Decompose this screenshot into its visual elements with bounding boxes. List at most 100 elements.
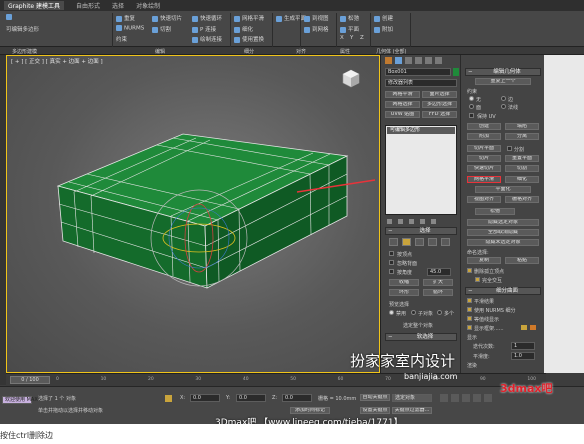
utilities-tab-icon[interactable] <box>435 57 442 64</box>
split-checkbox[interactable] <box>507 146 512 151</box>
border-mode-icon[interactable] <box>415 238 424 246</box>
element-mode-icon[interactable] <box>441 238 450 246</box>
edit-geometry-rollout-header[interactable]: 编辑几何体 <box>465 68 541 76</box>
paste-button[interactable]: 粘贴 <box>505 257 539 264</box>
object-name-field[interactable]: Box001 <box>385 68 451 76</box>
ribbon-z-button[interactable]: Z <box>360 35 364 41</box>
preserve-uv-checkbox[interactable] <box>469 113 474 118</box>
by-angle-checkbox[interactable] <box>389 269 394 274</box>
motion-tab-icon[interactable] <box>415 57 422 64</box>
by-vertex-checkbox[interactable] <box>389 251 394 256</box>
z-coord-field[interactable]: 0.0 <box>282 394 312 402</box>
ribbon-swiftloop-button[interactable]: 快速循环 <box>192 14 222 22</box>
attach-button[interactable]: 附加 <box>467 133 501 140</box>
ribbon-constraints-button[interactable]: 约束 <box>116 35 127 43</box>
display-tab-icon[interactable] <box>425 57 432 64</box>
make-unique-icon[interactable] <box>409 219 414 224</box>
perspective-viewport[interactable]: [ + ] [ 正交 ] [ 真实 + 边面 + 边面 ] <box>6 55 380 373</box>
tessellate-button[interactable]: 细化 <box>505 176 539 183</box>
maxscript-listener[interactable]: 欢迎使用 MAXS <box>2 396 41 404</box>
preview-subobject-radio[interactable] <box>411 310 416 315</box>
subdivision-surface-rollout-header[interactable]: 细分曲面 <box>465 287 541 295</box>
mesh-select-button[interactable]: 网格选择 <box>385 101 420 108</box>
use-nurms-checkbox[interactable] <box>467 307 472 312</box>
polygon-mode-icon[interactable] <box>428 238 437 246</box>
play-icon[interactable] <box>462 394 470 402</box>
constraint-normal-radio[interactable] <box>501 104 506 109</box>
tab-selection[interactable]: 选择 <box>112 1 124 10</box>
tab-object-paint[interactable]: 对象绘制 <box>136 1 160 10</box>
smooth-result-checkbox[interactable] <box>467 298 472 303</box>
ribbon-pconnect-button[interactable]: P 连接 <box>192 25 216 33</box>
reset-plane-button[interactable]: 重置平面 <box>505 155 539 162</box>
modifier-list-dropdown[interactable]: 修改器列表 <box>385 79 457 87</box>
time-slider-thumb[interactable]: 0 / 100 <box>10 376 50 384</box>
ribbon-y-button[interactable]: Y <box>350 35 353 41</box>
add-time-tag-button[interactable]: 添加时间标记 <box>290 407 330 414</box>
vertex-mode-icon[interactable] <box>389 238 398 246</box>
grow-button[interactable]: 扩大 <box>423 279 453 286</box>
ribbon-repeat-button[interactable]: 重复 <box>116 14 135 22</box>
ribbon-tessellate-button[interactable]: 细化 <box>234 25 253 33</box>
slice-plane-button[interactable]: 切片平面 <box>467 145 501 152</box>
ribbon-create-button[interactable]: 创建 <box>374 14 393 22</box>
selected-set-dropdown[interactable]: 选定对象 <box>392 394 432 402</box>
ribbon-attach-button[interactable]: 附加 <box>374 25 393 33</box>
hierarchy-tab-icon[interactable] <box>405 57 412 64</box>
ribbon-quickslice-button[interactable]: 快速切片 <box>152 14 182 22</box>
unhide-all-button[interactable]: 全部取消隐藏 <box>467 229 539 236</box>
ribbon-modify-mode[interactable] <box>6 14 14 21</box>
lock-selection-icon[interactable] <box>165 395 172 402</box>
auto-key-button[interactable]: 自动关键点 <box>360 394 390 401</box>
iterations-field[interactable]: 1 <box>511 342 535 350</box>
cage-selection-color-swatch[interactable] <box>530 325 536 330</box>
repeat-last-button[interactable]: 重复上一个 <box>475 78 531 85</box>
go-to-end-icon[interactable] <box>484 394 492 402</box>
modifier-stack[interactable]: 可编辑多边形 <box>385 125 457 215</box>
preview-multi-radio[interactable] <box>437 310 442 315</box>
set-key-button[interactable]: 设置关键点 <box>360 407 390 414</box>
ribbon-to-grid-button[interactable]: 到网格 <box>304 25 329 33</box>
ribbon-paint-connect-button[interactable]: 绘制连接 <box>192 35 222 43</box>
ribbon-meshsmooth-button[interactable]: 网格平滑 <box>234 14 264 22</box>
detach-button[interactable]: 分离 <box>505 133 539 140</box>
create-button[interactable]: 创建 <box>467 123 501 130</box>
stack-item-editable-poly[interactable]: 可编辑多边形 <box>387 127 455 134</box>
selection-rollout-header[interactable]: 选择 <box>385 227 457 235</box>
go-to-start-icon[interactable] <box>440 394 448 402</box>
quickslice-button[interactable]: 快速切片 <box>467 165 501 172</box>
by-angle-field[interactable]: 45.0 <box>427 268 451 276</box>
meshsmooth-mod-button[interactable]: 网格平滑 <box>385 91 420 98</box>
uvw-map-button[interactable]: UVW 贴图 <box>385 111 420 118</box>
object-color-swatch[interactable] <box>453 68 459 76</box>
ribbon-x-button[interactable]: X <box>340 35 344 41</box>
remove-modifier-icon[interactable] <box>420 219 425 224</box>
view-align-button[interactable]: 视图对齐 <box>467 196 501 203</box>
hide-unselected-button[interactable]: 隐藏未选定对象 <box>467 239 539 246</box>
ribbon-relax-button[interactable]: 松弛 <box>340 14 359 22</box>
constraint-none-radio[interactable] <box>469 96 474 101</box>
tab-graphite[interactable]: Graphite 建模工具 <box>4 1 65 10</box>
delete-isolated-checkbox[interactable] <box>467 268 472 273</box>
time-slider[interactable]: 0 / 100 0 10 20 30 40 50 60 70 80 90 100 <box>6 373 546 386</box>
poly-select-button[interactable]: 多边形选择 <box>422 101 457 108</box>
ribbon-cut-button[interactable]: 切割 <box>152 25 171 33</box>
configure-sets-icon[interactable] <box>431 219 436 224</box>
preview-off-radio[interactable] <box>389 310 394 315</box>
ribbon-editable-poly[interactable]: 可编辑多边形 <box>6 25 39 33</box>
ribbon-displacement-button[interactable]: 使用置换 <box>234 35 264 43</box>
show-cage-checkbox[interactable] <box>467 325 472 330</box>
pin-stack-icon[interactable] <box>387 219 392 224</box>
copy-button[interactable]: 复制 <box>467 257 501 264</box>
make-planar-button[interactable]: 平面化 <box>475 186 531 193</box>
ribbon-planar-button[interactable]: 平面 <box>340 25 359 33</box>
y-coord-field[interactable]: 0.0 <box>236 394 266 402</box>
x-coord-field[interactable]: 0.0 <box>190 394 220 402</box>
modify-tab-icon[interactable] <box>395 57 402 64</box>
shrink-button[interactable]: 收缩 <box>389 279 419 286</box>
ignore-backfacing-checkbox[interactable] <box>389 260 394 265</box>
create-tab-icon[interactable] <box>385 57 392 64</box>
next-frame-icon[interactable] <box>473 394 481 402</box>
tab-freeform[interactable]: 自由形式 <box>76 1 100 10</box>
show-end-result-icon[interactable] <box>398 219 403 224</box>
